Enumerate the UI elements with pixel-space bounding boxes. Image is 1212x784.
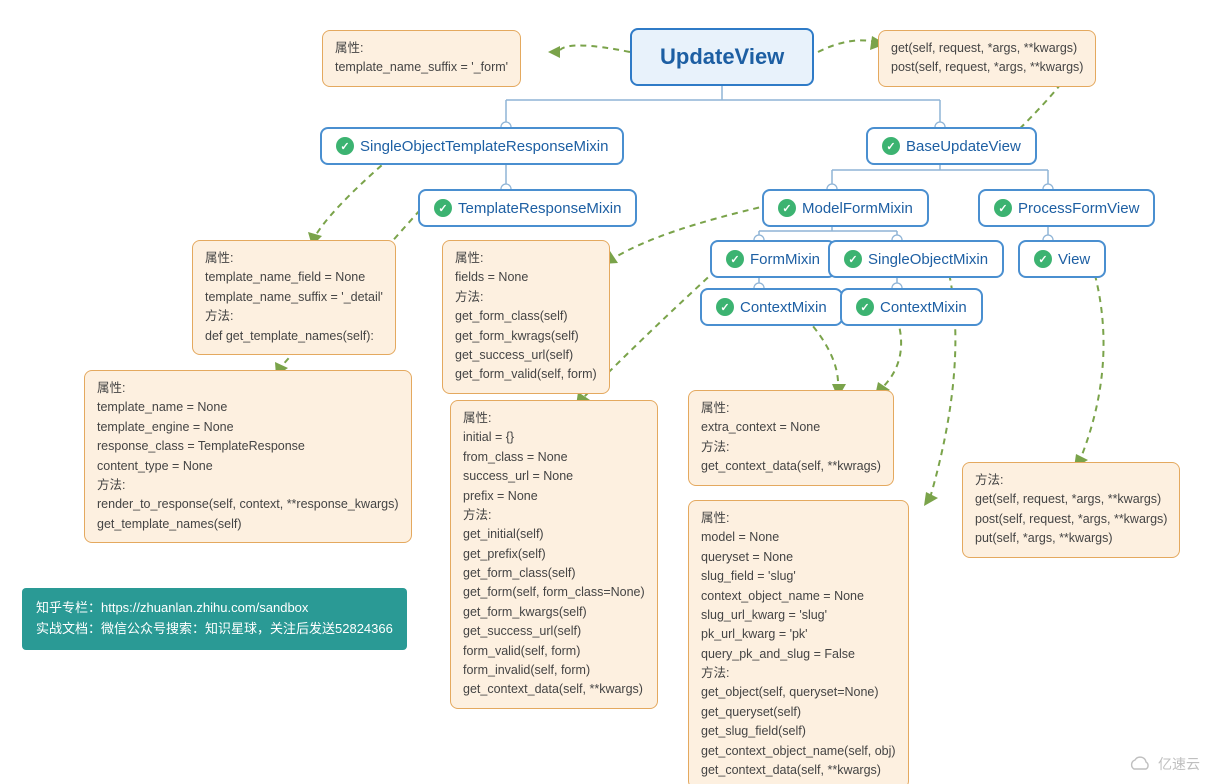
check-icon: ✓ [778,199,796,217]
info-getpost: get(self, request, *args, **kwargs) post… [878,30,1096,87]
class-sotrm: ✓ SingleObjectTemplateResponseMixin [320,127,624,165]
label: SingleObjectMixin [868,251,988,268]
root-node: UpdateView [630,28,814,86]
check-icon: ✓ [856,298,874,316]
info-pfv: 方法: get(self, request, *args, **kwargs) … [962,462,1180,558]
class-pfv: ✓ ProcessFormView [978,189,1155,227]
class-cm2: ✓ ContextMixin [840,288,983,326]
info-sotrm: 属性: template_name_field = None template_… [192,240,396,355]
label: ContextMixin [880,299,967,316]
check-icon: ✓ [336,137,354,155]
class-trm: ✓ TemplateResponseMixin [418,189,637,227]
label: ContextMixin [740,299,827,316]
info-mfm: 属性: fields = None 方法: get_form_class(sel… [442,240,610,394]
footer-l1: 知乎专栏：https://zhuanlan.zhihu.com/sandbox [36,598,393,619]
label: TemplateResponseMixin [458,200,621,217]
check-icon: ✓ [844,250,862,268]
info-cm: 属性: extra_context = None 方法: get_context… [688,390,894,486]
label: FormMixin [750,251,820,268]
class-view: ✓ View [1018,240,1106,278]
label: SingleObjectTemplateResponseMixin [360,138,608,155]
watermark: 亿速云 [1126,754,1200,774]
check-icon: ✓ [726,250,744,268]
watermark-text: 亿速云 [1158,754,1200,774]
footer-credits: 知乎专栏：https://zhuanlan.zhihu.com/sandbox … [22,588,407,650]
check-icon: ✓ [434,199,452,217]
label: ProcessFormView [1018,200,1139,217]
check-icon: ✓ [882,137,900,155]
cloud-icon [1126,755,1154,773]
class-mfm: ✓ ModelFormMixin [762,189,929,227]
class-cm1: ✓ ContextMixin [700,288,843,326]
footer-l2: 实战文档：微信公众号搜索：知识星球，关注后发送52824366 [36,619,393,640]
info-som: 属性: model = None queryset = None slug_fi… [688,500,909,784]
label: View [1058,251,1090,268]
check-icon: ✓ [994,199,1012,217]
check-icon: ✓ [716,298,734,316]
info-trm: 属性: template_name = None template_engine… [84,370,412,543]
class-fm: ✓ FormMixin [710,240,836,278]
class-som: ✓ SingleObjectMixin [828,240,1004,278]
label: ModelFormMixin [802,200,913,217]
check-icon: ✓ [1034,250,1052,268]
label: BaseUpdateView [906,138,1021,155]
info-fm: 属性: initial = {} from_class = None succe… [450,400,658,709]
info-suffix: 属性: template_name_suffix = '_form' [322,30,521,87]
class-buv: ✓ BaseUpdateView [866,127,1037,165]
